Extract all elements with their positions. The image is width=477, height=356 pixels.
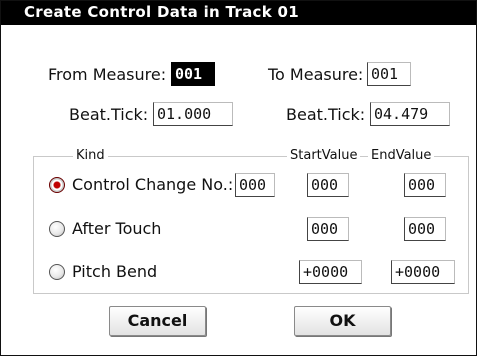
to-measure-label: To Measure: — [268, 65, 364, 84]
after-touch-start-value-field[interactable]: 000 — [307, 217, 349, 241]
control-change-start-value-field[interactable]: 000 — [307, 173, 349, 197]
end-value-header: EndValue — [368, 148, 435, 163]
pitch-bend-start-value-field[interactable]: +0000 — [299, 260, 362, 284]
to-beat-tick-field[interactable]: 04.479 — [370, 102, 450, 126]
after-touch-radio[interactable] — [49, 221, 65, 237]
control-change-radio[interactable] — [49, 177, 65, 193]
from-measure-label: From Measure: — [48, 65, 167, 84]
title-bar: Create Control Data in Track 01 — [1, 1, 476, 25]
to-measure-field[interactable]: 001 — [367, 62, 411, 86]
control-change-number-field[interactable]: 000 — [235, 173, 275, 197]
control-change-label: Control Change No.: — [72, 175, 234, 194]
from-beat-tick-label: Beat.Tick: — [69, 105, 149, 124]
create-control-data-dialog: Create Control Data in Track 01 From Mea… — [0, 0, 477, 356]
after-touch-label: After Touch — [72, 219, 162, 238]
pitch-bend-end-value-field[interactable]: +0000 — [391, 260, 455, 284]
start-value-header: StartValue — [287, 148, 361, 163]
after-touch-end-value-field[interactable]: 000 — [404, 217, 446, 241]
ok-button[interactable]: OK — [294, 306, 391, 336]
from-measure-field[interactable]: 001 — [171, 62, 215, 86]
pitch-bend-label: Pitch Bend — [72, 262, 158, 281]
from-beat-tick-field[interactable]: 01.000 — [153, 102, 233, 126]
pitch-bend-radio[interactable] — [49, 264, 65, 280]
control-change-end-value-field[interactable]: 000 — [404, 173, 446, 197]
to-beat-tick-label: Beat.Tick: — [286, 105, 366, 124]
cancel-button[interactable]: Cancel — [109, 306, 206, 336]
kind-legend: Kind — [73, 148, 108, 163]
dialog-title: Create Control Data in Track 01 — [24, 3, 299, 21]
